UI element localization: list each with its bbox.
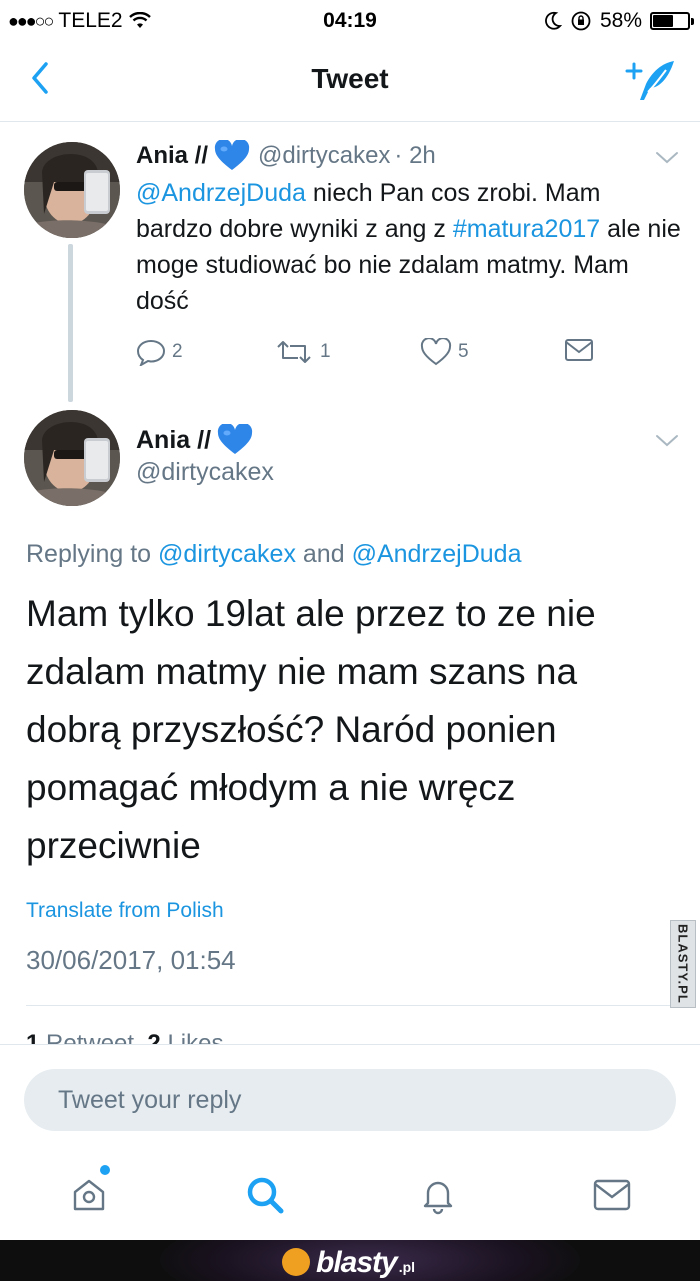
site-logo[interactable]: blasty .pl	[282, 1244, 415, 1280]
reply-bar	[0, 1044, 700, 1152]
like-button[interactable]: 5	[420, 338, 469, 366]
page-title: Tweet	[311, 63, 389, 94]
replying-to: Replying to @dirtycakex and @AndrzejDuda	[26, 540, 521, 569]
tweet-header: Ania // @dirtycakex · 2h	[136, 140, 436, 172]
tweet-timestamp: 30/06/2017, 01:54	[26, 945, 236, 975]
avatar[interactable]	[24, 410, 120, 506]
share-button[interactable]	[564, 338, 594, 362]
heart-icon	[420, 338, 452, 366]
engagement-counts[interactable]: 1 Retweet 2 Likes	[26, 1030, 223, 1044]
user-handle[interactable]: @dirtycakex	[136, 458, 274, 487]
search-icon	[247, 1177, 284, 1214]
tab-messages[interactable]	[587, 1170, 637, 1220]
notifications-icon	[423, 1181, 453, 1215]
retweet-count: 1	[320, 341, 331, 362]
home-icon	[73, 1179, 105, 1211]
status-right: 58%	[544, 9, 694, 33]
avatar[interactable]	[24, 142, 120, 238]
new-content-indicator	[100, 1165, 110, 1175]
watermark-text: BLASTY.PL	[675, 924, 691, 1004]
messages-icon	[593, 1179, 631, 1211]
watermark: BLASTY.PL	[670, 920, 696, 1008]
site-banner: blasty .pl	[0, 1240, 700, 1281]
reply-button[interactable]: 2	[136, 338, 183, 366]
mention-link[interactable]: @AndrzejDuda	[352, 540, 522, 568]
tweet-age: · 2h	[394, 142, 436, 169]
like-label: Likes	[167, 1030, 224, 1044]
tweet-text: Mam tylko 19lat ale przez to ze nie zdal…	[26, 593, 596, 866]
like-count: 5	[458, 341, 469, 362]
avatar-photo	[24, 142, 120, 238]
reply-input[interactable]	[24, 1069, 676, 1131]
display-name[interactable]: Ania //	[136, 426, 211, 455]
tweet-text: @AndrzejDuda niech Pan cos zrobi. Mam ba…	[136, 175, 681, 319]
display-name[interactable]: Ania //	[136, 142, 208, 170]
retweet-icon	[277, 341, 311, 363]
mention-link[interactable]: @dirtycakex	[158, 540, 296, 568]
battery-icon	[650, 12, 694, 30]
replying-and: and	[295, 540, 352, 568]
tweet-author: Ania //	[136, 424, 261, 456]
reply-icon	[136, 339, 166, 366]
logo-text: blasty	[316, 1246, 398, 1279]
avatar-photo	[24, 410, 120, 506]
do-not-disturb-icon	[545, 11, 562, 30]
retweet-count: 1	[26, 1030, 40, 1044]
battery-level	[653, 15, 673, 27]
chevron-down-icon[interactable]	[654, 150, 680, 166]
mascot-icon	[282, 1248, 310, 1276]
tab-home[interactable]	[64, 1170, 114, 1220]
battery-percent: 58%	[599, 9, 642, 32]
tab-notifications[interactable]	[413, 1170, 463, 1220]
translate-link[interactable]: Translate from Polish	[26, 899, 224, 923]
hashtag-link[interactable]: #matura2017	[453, 215, 600, 243]
retweet-label: Retweet	[46, 1030, 135, 1044]
chevron-down-icon[interactable]	[654, 433, 680, 449]
thread-connector	[68, 244, 73, 402]
reply-count: 2	[172, 341, 183, 362]
retweet-button[interactable]: 1	[274, 338, 331, 366]
like-count: 2	[147, 1030, 161, 1044]
envelope-icon	[565, 339, 593, 361]
tab-search[interactable]	[240, 1170, 290, 1220]
status-bar: ●●●○○ TELE2 04:19 58%	[0, 0, 700, 44]
divider	[26, 1005, 674, 1006]
orientation-lock-icon	[571, 11, 591, 31]
user-handle[interactable]: @dirtycakex	[258, 142, 390, 170]
compose-tweet-icon[interactable]	[624, 58, 678, 104]
logo-tld: .pl	[398, 1259, 416, 1275]
blue-heart-icon	[217, 424, 253, 454]
tweet-actions: 2 1 5	[136, 338, 606, 372]
mention-link[interactable]: @AndrzejDuda	[136, 179, 306, 207]
blue-heart-icon	[214, 140, 250, 170]
replying-prefix: Replying to	[26, 540, 159, 568]
navigation-bar: Tweet	[0, 44, 700, 122]
